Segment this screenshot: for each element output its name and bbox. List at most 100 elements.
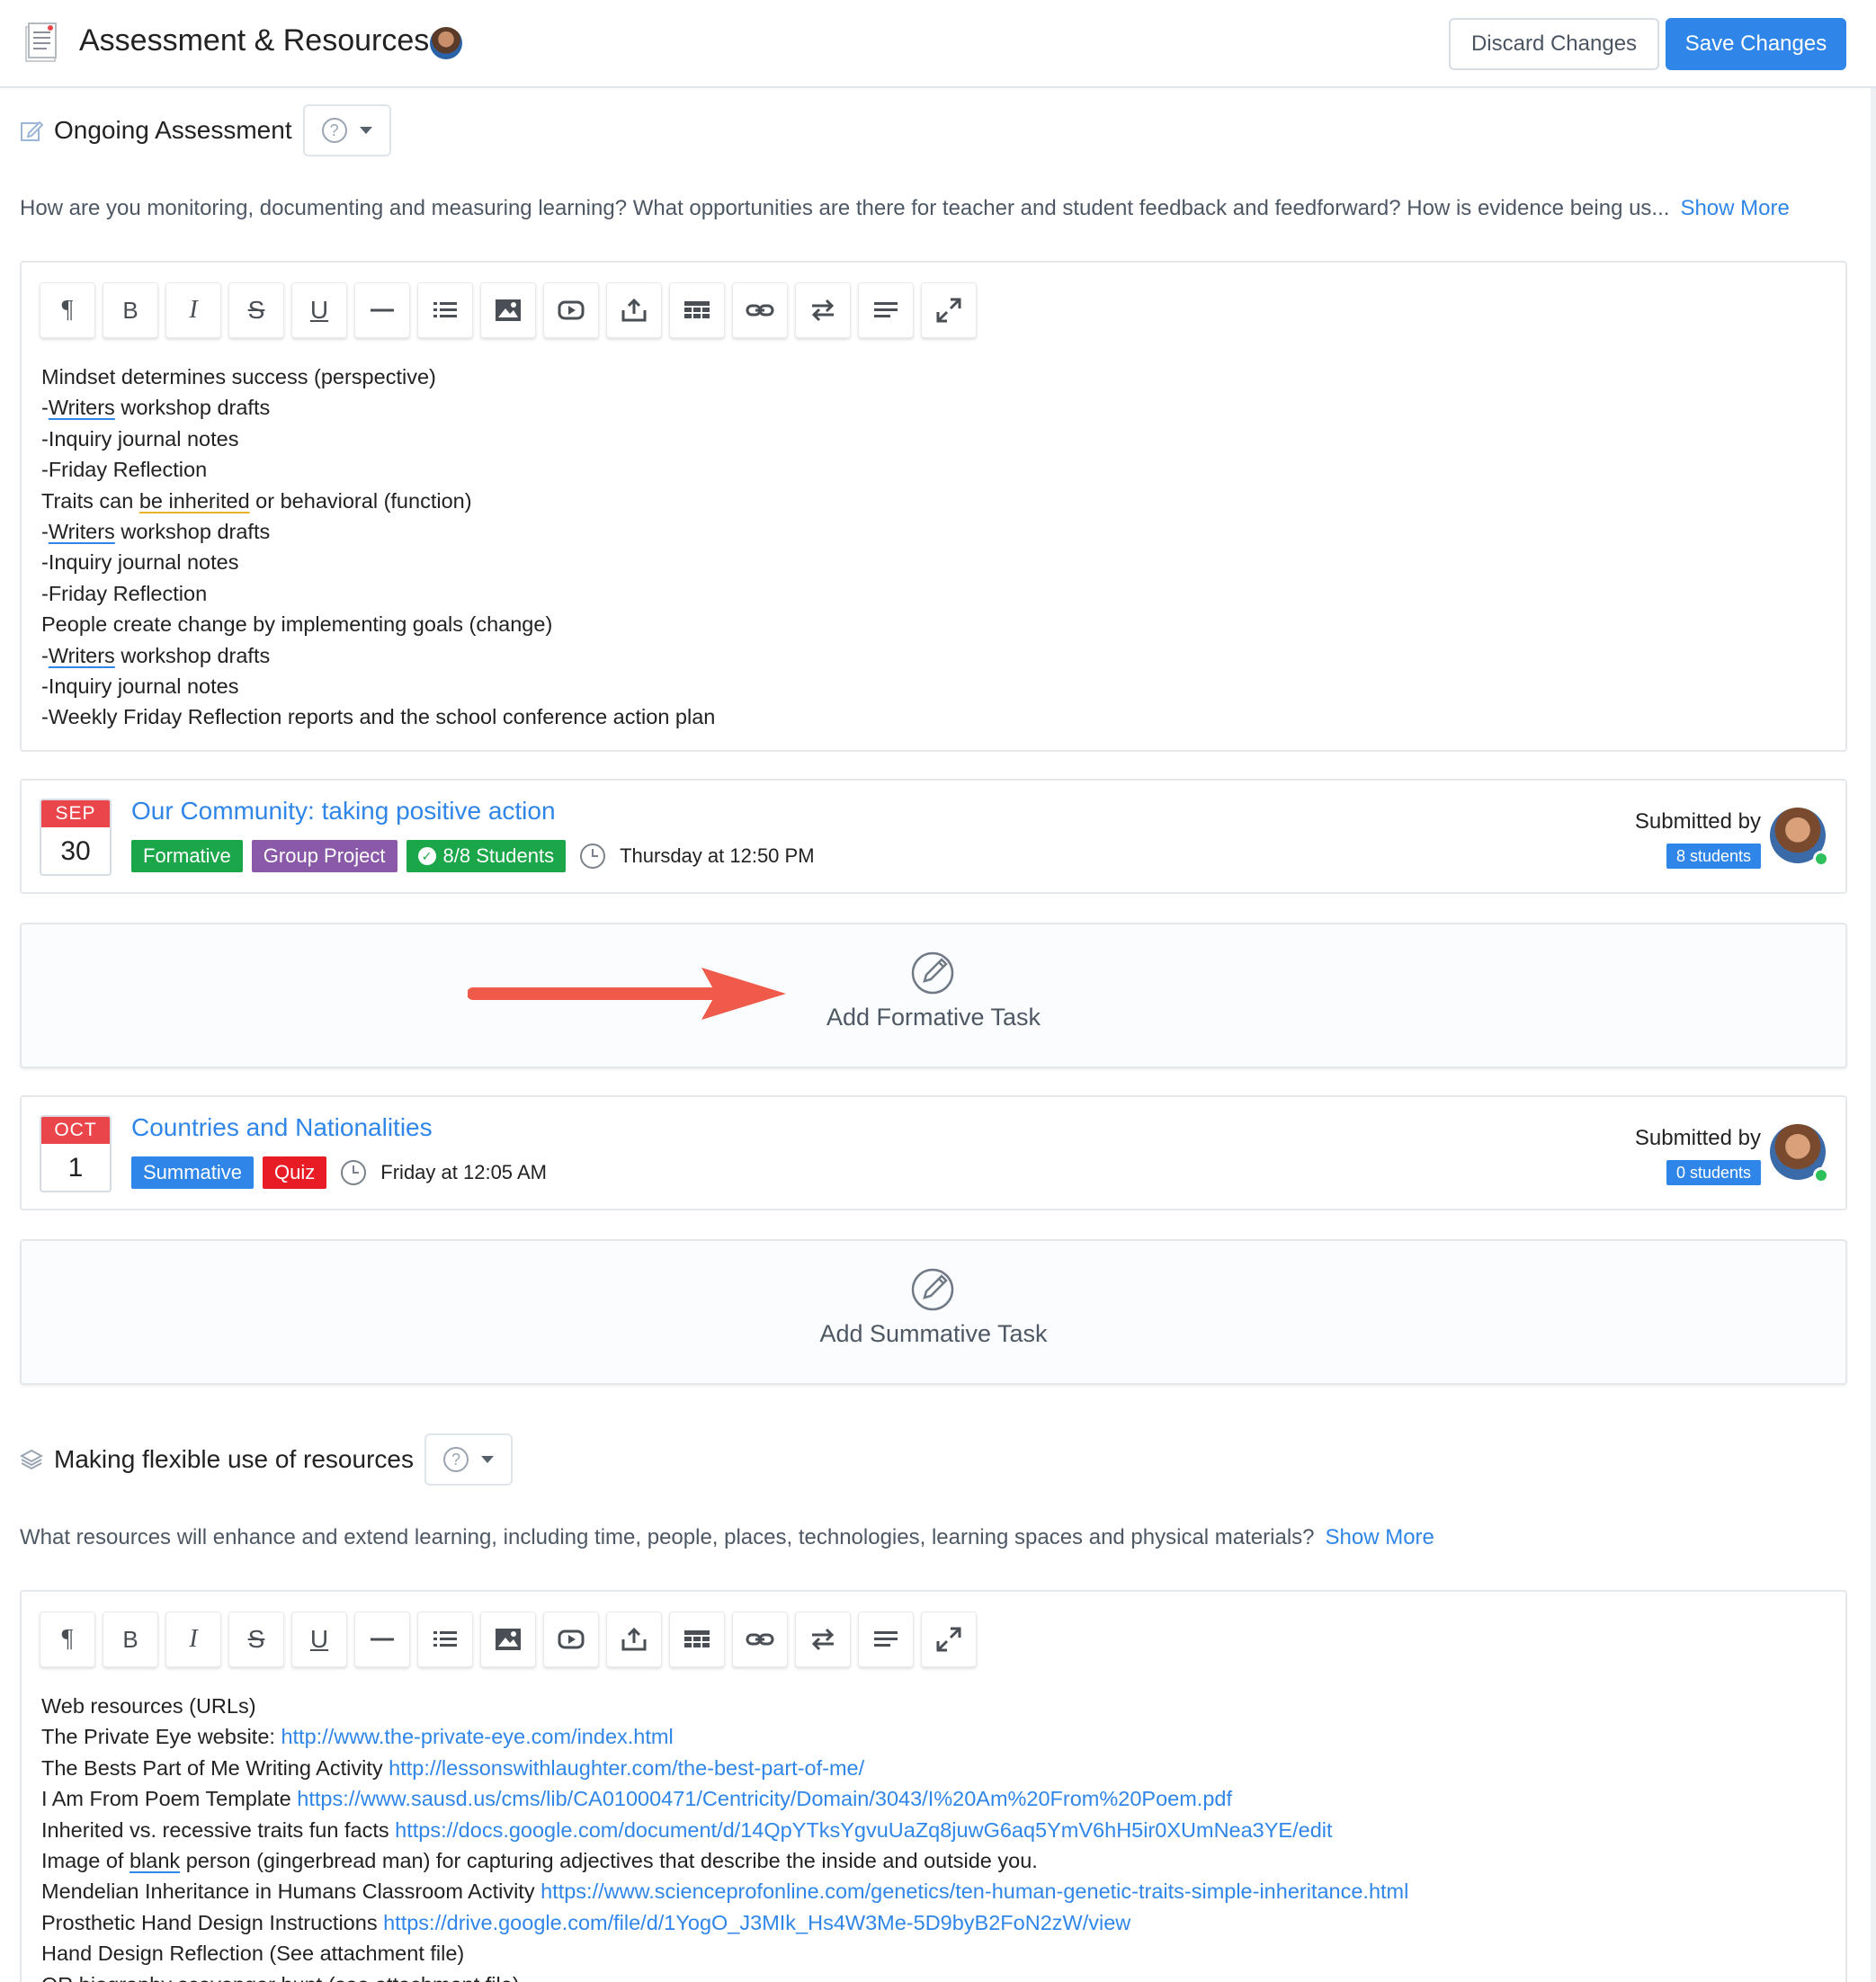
submitted-count-badge[interactable]: 8 students [1666, 844, 1761, 869]
help-dropdown[interactable]: ? [302, 104, 391, 156]
underline-icon[interactable]: U [291, 282, 347, 338]
spellcheck-word: Writers [48, 396, 115, 420]
line-text: QR biography scavenger hunt (see attachm… [41, 1973, 520, 1982]
list-icon[interactable] [417, 282, 473, 338]
add-formative-task-button[interactable]: Add Formative Task [20, 923, 1847, 1068]
strikethrough-icon[interactable]: S [228, 1611, 284, 1667]
prompt-text: How are you monitoring, documenting and … [20, 196, 1670, 220]
annotation-arrow [468, 968, 786, 1020]
expand-icon[interactable] [921, 282, 977, 338]
expand-icon[interactable] [921, 1611, 977, 1667]
line-text: -Friday Reflection [41, 458, 208, 482]
editor-line: -Friday Reflection [41, 454, 715, 485]
line-text: Hand Design Reflection (See attachment f… [41, 1942, 465, 1966]
line-text: Image of [41, 1849, 130, 1873]
students-badge-label: 8/8 Students [442, 844, 555, 867]
help-dropdown[interactable]: ? [424, 1433, 513, 1486]
strikethrough-icon[interactable]: S [228, 282, 284, 338]
bold-icon[interactable]: B [103, 282, 158, 338]
italic-icon[interactable]: I [165, 282, 221, 338]
editor-line: Inherited vs. recessive traits fun facts… [41, 1815, 1408, 1845]
editor-line: The Private Eye website: http://www.the-… [41, 1721, 1408, 1752]
show-more-link[interactable]: Show More [1680, 196, 1789, 220]
section-title: Ongoing Assessment [54, 116, 292, 144]
swap-icon[interactable] [795, 1611, 851, 1667]
save-changes-button[interactable]: Save Changes [1666, 18, 1846, 70]
task-card[interactable]: OCT 1 Countries and Nationalities Summat… [20, 1095, 1847, 1210]
rich-text-editor[interactable]: ¶ B I S U Web resources (URLs) The Privat… [20, 1590, 1847, 1982]
swap-icon[interactable] [795, 282, 851, 338]
editor-line: QR biography scavenger hunt (see attachm… [41, 1969, 1408, 1982]
prompt-text: What resources will enhance and extend l… [20, 1525, 1315, 1549]
online-status-dot [1813, 851, 1829, 867]
resource-link[interactable]: https://drive.google.com/file/d/1YogO_J3… [383, 1911, 1130, 1934]
line-text: People create change by implementing goa… [41, 612, 553, 637]
section-prompt: How are you monitoring, documenting and … [20, 196, 1790, 221]
line-text: The Bests Part of Me Writing Activity [41, 1755, 389, 1780]
discard-changes-button[interactable]: Discard Changes [1449, 18, 1659, 70]
paragraph-icon[interactable]: ¶ [40, 282, 95, 338]
italic-icon[interactable]: I [165, 1611, 221, 1667]
grammar-flagged-text: be inherited [138, 488, 250, 513]
align-icon[interactable] [858, 1611, 914, 1667]
line-text: Mendelian Inheritance in Humans Classroo… [41, 1879, 541, 1904]
chevron-down-icon [480, 1456, 494, 1463]
editor-content[interactable]: Mindset determines success (perspective)… [41, 362, 715, 733]
pencil-circle-icon [911, 951, 954, 995]
editor-line: -Writers workshop drafts [41, 392, 715, 423]
resource-link[interactable]: http://www.the-private-eye.com/index.htm… [281, 1725, 673, 1748]
line-text: - [41, 520, 49, 544]
horizontal-rule-icon[interactable] [354, 282, 410, 338]
upload-icon[interactable] [606, 282, 662, 338]
editor-line: Hand Design Reflection (See attachment f… [41, 1938, 1408, 1969]
resource-link[interactable]: https://docs.google.com/document/d/14QpY… [395, 1818, 1332, 1842]
quiz-badge: Quiz [263, 1156, 327, 1189]
editor-line: -Friday Reflection [41, 578, 715, 609]
upload-icon[interactable] [606, 1611, 662, 1667]
avatar[interactable] [430, 27, 462, 59]
editor-line: -Inquiry journal notes [41, 671, 715, 701]
editor-line: -Inquiry journal notes [41, 547, 715, 577]
task-title-link[interactable]: Countries and Nationalities [131, 1113, 433, 1142]
table-icon[interactable] [669, 1611, 725, 1667]
clock-icon [580, 844, 606, 869]
editor-line: -Writers workshop drafts [41, 640, 715, 671]
add-summative-label: Add Summative Task [819, 1320, 1048, 1347]
calendar-date: SEP 30 [40, 799, 112, 876]
paragraph-icon[interactable]: ¶ [40, 1611, 95, 1667]
resources-heading: Making flexible use of resources ? [20, 1433, 513, 1486]
line-text: workshop drafts [114, 643, 271, 667]
editor-line: Web resources (URLs) [41, 1691, 1408, 1721]
task-title-link[interactable]: Our Community: taking positive action [131, 797, 556, 826]
submitted-count-badge[interactable]: 0 students [1666, 1160, 1761, 1185]
scrollbar-track[interactable] [1871, 88, 1876, 1982]
add-summative-task-button[interactable]: Add Summative Task [20, 1239, 1847, 1385]
line-text: I Am From Poem Template [41, 1787, 298, 1811]
align-icon[interactable] [858, 282, 914, 338]
clock-icon [341, 1160, 367, 1185]
rich-text-editor[interactable]: ¶ B I S U Mindset determines success (pe… [20, 261, 1847, 752]
summative-badge: Summative [131, 1156, 255, 1189]
question-circle-icon: ? [442, 1447, 469, 1472]
resource-link[interactable]: http://lessonswithlaughter.com/the-best-… [389, 1756, 864, 1780]
link-icon[interactable] [732, 1611, 788, 1667]
editor-content[interactable]: Web resources (URLs) The Private Eye webs… [41, 1691, 1408, 1982]
table-icon[interactable] [669, 282, 725, 338]
image-icon[interactable] [480, 1611, 536, 1667]
task-tags: Summative Quiz Friday at 12:05 AM [131, 1156, 547, 1189]
top-bar: Assessment & Resources Discard Changes S… [0, 0, 1876, 88]
resource-link[interactable]: https://www.sausd.us/cms/lib/CA01000471/… [297, 1787, 1232, 1810]
horizontal-rule-icon[interactable] [354, 1611, 410, 1667]
underline-icon[interactable]: U [291, 1611, 347, 1667]
task-card[interactable]: SEP 30 Our Community: taking positive ac… [20, 779, 1847, 894]
show-more-link[interactable]: Show More [1326, 1525, 1434, 1549]
link-icon[interactable] [732, 282, 788, 338]
image-icon[interactable] [480, 282, 536, 338]
video-icon[interactable] [543, 282, 599, 338]
list-icon[interactable] [417, 1611, 473, 1667]
online-status-dot [1813, 1167, 1829, 1183]
video-icon[interactable] [543, 1611, 599, 1667]
calendar-day: 1 [67, 1153, 84, 1183]
bold-icon[interactable]: B [103, 1611, 158, 1667]
resource-link[interactable]: https://www.scienceprofonline.com/geneti… [540, 1879, 1408, 1903]
